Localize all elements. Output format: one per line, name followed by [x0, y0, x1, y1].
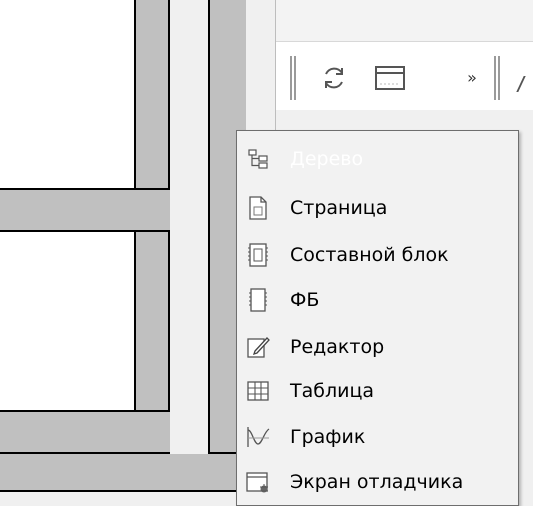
- menu-item-label: Дерево: [290, 148, 364, 170]
- toolbar-overflow-button[interactable]: »: [462, 62, 482, 92]
- graph-icon: [246, 425, 270, 449]
- menu-item-label: График: [290, 426, 366, 448]
- menu-item-editor[interactable]: Редактор: [237, 326, 518, 368]
- horizontal-bar-bottom: [0, 452, 238, 492]
- menu-item-composite-block[interactable]: Составной блок: [237, 234, 518, 276]
- menu-item-fb[interactable]: ФБ: [237, 279, 518, 321]
- toolbar: »: [276, 0, 533, 110]
- menu-item-graph[interactable]: График: [237, 416, 518, 458]
- menu-item-debugger-screen[interactable]: Экран отладчика: [237, 461, 518, 503]
- workspace-panel-bottom: [0, 230, 136, 412]
- refresh-button[interactable]: [316, 60, 352, 96]
- frame-border: [254, 0, 276, 130]
- menu-item-table[interactable]: Таблица: [237, 370, 518, 412]
- tree-icon: [246, 147, 270, 171]
- menu-item-tree[interactable]: Дерево: [237, 138, 518, 180]
- menu-item-page[interactable]: Страница: [237, 187, 518, 229]
- toolbar-top-strip: [276, 0, 533, 42]
- refresh-icon: [325, 67, 343, 89]
- menu-item-label: Редактор: [290, 336, 385, 358]
- vertical-bar-top: [134, 0, 170, 190]
- window-button[interactable]: [372, 60, 408, 96]
- menu-item-label: Страница: [290, 197, 388, 219]
- table-icon: [246, 379, 270, 403]
- menu-item-label: Экран отладчика: [290, 471, 464, 493]
- page-icon: [246, 196, 270, 220]
- composite-block-icon: [246, 243, 270, 267]
- window-icon: [375, 66, 405, 90]
- light-divider: [170, 0, 210, 454]
- menu-item-label: Составной блок: [290, 244, 449, 266]
- fb-icon: [246, 288, 270, 312]
- vertical-bar-bottom: [134, 230, 170, 412]
- editor-icon: [246, 335, 270, 359]
- toolbar-separator: [290, 56, 296, 100]
- view-menu: Дерево Страница Составной блок ФБ Редакт…: [236, 130, 519, 506]
- toolbar-separator-2: [494, 56, 500, 100]
- menu-item-label: ФБ: [290, 289, 320, 311]
- menu-item-label: Таблица: [290, 380, 375, 402]
- debugger-screen-icon: [246, 470, 270, 494]
- workspace-panel-top: [0, 0, 136, 190]
